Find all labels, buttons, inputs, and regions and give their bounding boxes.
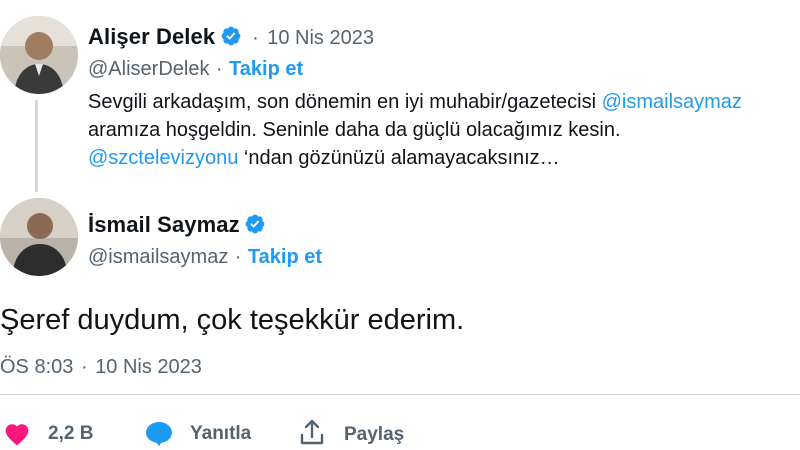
- divider: [0, 394, 800, 395]
- tweet2-time: ÖS 8:03: [0, 356, 74, 378]
- heart-icon: [5, 424, 29, 446]
- tweet1-line3: @szctelevizyonu ‘ndan gözünüzü alamayaca…: [88, 144, 742, 172]
- tweet2-follow-button[interactable]: Takip et: [248, 246, 322, 268]
- tweet1-line1: Sevgili arkadaşım, son dönemin en iyi mu…: [88, 88, 742, 116]
- tweet2-timestamp[interactable]: ÖS 8:03 · 10 Nis 2023: [0, 356, 202, 379]
- mention-szctelevizyonu[interactable]: @szctelevizyonu: [88, 147, 238, 169]
- reply-button[interactable]: Yanıtla: [144, 418, 274, 448]
- tweet1-follow-button[interactable]: Takip et: [229, 58, 303, 80]
- reply-bubble-icon: [146, 422, 172, 446]
- tweet1-line2: aramıza hoşgeldin. Seninle daha da güçlü…: [88, 119, 621, 141]
- share-label: Paylaş: [344, 424, 405, 445]
- tweet2-author-name[interactable]: İsmail Saymaz: [88, 212, 240, 237]
- tweet1-handle-dot: ·: [215, 58, 223, 80]
- tweet1-author-name[interactable]: Alişer Delek: [88, 24, 215, 49]
- like-button[interactable]: 2,2 B: [0, 420, 110, 448]
- tweet2-handle-dot: ·: [234, 246, 242, 268]
- tweet2-subheader: @ismailsaymaz · Takip et: [88, 246, 322, 269]
- tweet2-date: 10 Nis 2023: [95, 356, 202, 378]
- tweet1-body: Sevgili arkadaşım, son dönemin en iyi mu…: [88, 88, 742, 172]
- share-button[interactable]: Paylaş: [298, 418, 428, 448]
- verified-badge-icon: [221, 26, 241, 46]
- tweet1-handle[interactable]: @AliserDelek: [88, 58, 209, 80]
- tweet1-dot: ·: [252, 27, 259, 49]
- tweet1-header: Alişer Delek · 10 Nis 2023: [88, 24, 374, 50]
- tweet2-handle[interactable]: @ismailsaymaz: [88, 246, 228, 268]
- share-upload-icon: [300, 419, 324, 445]
- tweet2-body: Şeref duydum, çok teşekkür ederim.: [0, 304, 465, 336]
- thread-line: [35, 100, 38, 192]
- verified-badge-icon: [245, 214, 265, 234]
- reply-label: Yanıtla: [190, 423, 252, 444]
- tweet1-subheader: @AliserDelek · Takip et: [88, 58, 303, 81]
- tweet1-date[interactable]: 10 Nis 2023: [267, 27, 374, 49]
- avatar-ismail-saymaz[interactable]: [0, 198, 78, 276]
- tweet2-header: İsmail Saymaz: [88, 212, 266, 238]
- mention-ismailsaymaz[interactable]: @ismailsaymaz: [602, 91, 742, 113]
- tweet1-text-part3: ‘ndan gözünüzü alamayacaksınız…: [238, 147, 560, 169]
- tweet1-text-part1: Sevgili arkadaşım, son dönemin en iyi mu…: [88, 91, 602, 113]
- like-count: 2,2 B: [48, 423, 94, 444]
- tweet2-meta-dot: ·: [80, 356, 88, 378]
- avatar-aliser-delek[interactable]: [0, 16, 78, 94]
